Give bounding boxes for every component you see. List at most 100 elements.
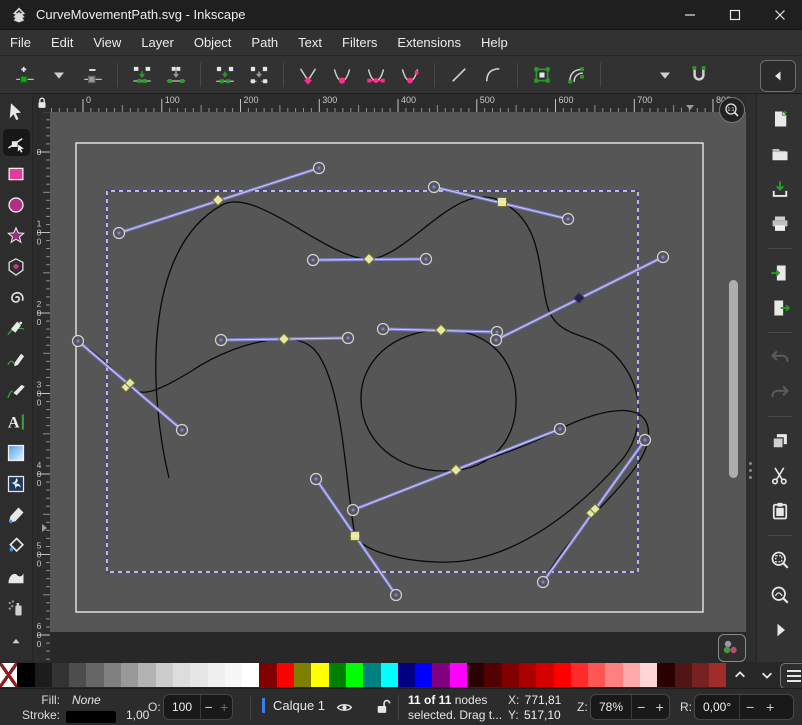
zoom-increase-button[interactable]: + [650,699,669,715]
palette-swatch[interactable] [208,663,225,687]
zoom-drawing-button[interactable] [766,582,794,608]
tool-spiral[interactable] [3,284,30,311]
opacity-widget[interactable]: 100 − + [163,694,233,720]
tool-calligraphy[interactable] [3,377,30,404]
tool-ellipse[interactable] [3,191,30,218]
palette-scroll-down-button[interactable] [753,662,780,688]
tool-mesh-gradient[interactable] [3,470,30,497]
path-node[interactable] [451,465,462,476]
palette-menu-button[interactable] [780,663,802,689]
opacity-value[interactable]: 100 [164,700,200,714]
stroke-color-swatch[interactable] [66,711,116,723]
palette-swatch[interactable] [432,663,449,687]
palette-swatch[interactable] [35,663,52,687]
break-nodes-button[interactable] [160,60,192,90]
maximize-button[interactable] [712,0,757,30]
stroke-to-path-button[interactable] [560,60,592,90]
save-document-button[interactable] [766,176,794,202]
palette-swatch[interactable] [502,663,519,687]
tool-rectangle[interactable] [3,160,30,187]
palette-swatch[interactable] [571,663,588,687]
palette-swatch[interactable] [86,663,103,687]
zoom-corner-button[interactable]: 1:1 [719,97,745,123]
palette-swatch[interactable] [17,663,34,687]
palette-swatch[interactable] [605,663,622,687]
palette-swatch[interactable] [484,663,501,687]
palette-swatch[interactable] [675,663,692,687]
palette-swatch[interactable] [450,663,467,687]
line-segment-button[interactable] [443,60,475,90]
palette-swatch[interactable] [104,663,121,687]
palette-swatch[interactable] [623,663,640,687]
tool-spray[interactable] [3,594,30,621]
menu-path[interactable]: Path [241,31,288,54]
tool-paint-bucket[interactable] [3,532,30,559]
path-node[interactable] [279,334,290,345]
palette-swatch[interactable] [225,663,242,687]
new-document-button[interactable] [766,106,794,132]
tool-box-3d[interactable] [3,253,30,280]
palette-swatch[interactable] [709,663,726,687]
curve-segment-button[interactable] [477,60,509,90]
fill-value[interactable]: None [72,693,101,707]
layer-visibility-toggle[interactable] [336,699,353,716]
palette-swatch[interactable] [588,663,605,687]
path-node[interactable] [436,325,447,336]
tool-selector[interactable] [3,98,30,125]
dock-splitter[interactable] [746,94,756,662]
bezier-path[interactable] [361,330,516,471]
horizontal-scrollbar[interactable] [50,632,746,662]
palette-swatch[interactable] [190,663,207,687]
drawing-area[interactable] [50,112,746,662]
join-with-segment-button[interactable] [209,60,241,90]
ruler-lock-button[interactable] [33,94,50,112]
menu-edit[interactable]: Edit [41,31,83,54]
layer-lock-toggle[interactable] [374,698,391,715]
palette-swatch[interactable] [311,663,328,687]
insert-node-menu-button[interactable] [43,60,75,90]
palette-swatch[interactable] [657,663,674,687]
menu-extensions[interactable]: Extensions [387,31,471,54]
collapse-commands-button[interactable] [760,60,796,92]
expand-panel-button[interactable] [766,617,794,643]
palette-scroll-up-button[interactable] [726,662,753,688]
menu-view[interactable]: View [83,31,131,54]
tool-pencil[interactable] [3,346,30,373]
toolbox-overflow-button[interactable] [3,627,30,654]
palette-swatch[interactable] [173,663,190,687]
auto-smooth-node-button[interactable] [394,60,426,90]
palette-swatch[interactable] [640,663,657,687]
palette-swatch[interactable] [346,663,363,687]
rotation-value[interactable]: 0,00° [695,700,739,714]
palette-swatch[interactable] [329,663,346,687]
print-button[interactable] [766,211,794,237]
palette-swatch[interactable] [242,663,259,687]
menu-help[interactable]: Help [471,31,518,54]
tool-node-editor[interactable] [3,129,30,156]
tool-text[interactable]: A [3,408,30,435]
menu-file[interactable]: File [0,31,41,54]
palette-swatch[interactable] [692,663,709,687]
tool-star[interactable] [3,222,30,249]
corner-node-button[interactable] [292,60,324,90]
palette-swatch[interactable] [519,663,536,687]
palette-swatch[interactable] [381,663,398,687]
redo-button[interactable] [766,379,794,405]
rotation-widget[interactable]: 0,00° − + [694,694,794,720]
toolbar-overflow-button[interactable] [649,60,681,90]
close-button[interactable] [757,0,802,30]
delete-node-button[interactable] [77,60,109,90]
path-node[interactable] [364,254,375,265]
palette-swatch[interactable] [138,663,155,687]
vertical-scrollbar-thumb[interactable] [729,280,738,478]
menu-layer[interactable]: Layer [131,31,184,54]
snap-toggle-button[interactable] [683,60,715,90]
opacity-increase-button[interactable]: + [216,699,232,715]
zoom-decrease-button[interactable]: − [632,699,651,715]
stroke-width-value[interactable]: 1,00 [126,708,149,722]
palette-swatch[interactable] [69,663,86,687]
import-button[interactable] [766,260,794,286]
zoom-value[interactable]: 78% [591,700,631,714]
minimize-button[interactable] [667,0,712,30]
paste-button[interactable] [766,498,794,524]
